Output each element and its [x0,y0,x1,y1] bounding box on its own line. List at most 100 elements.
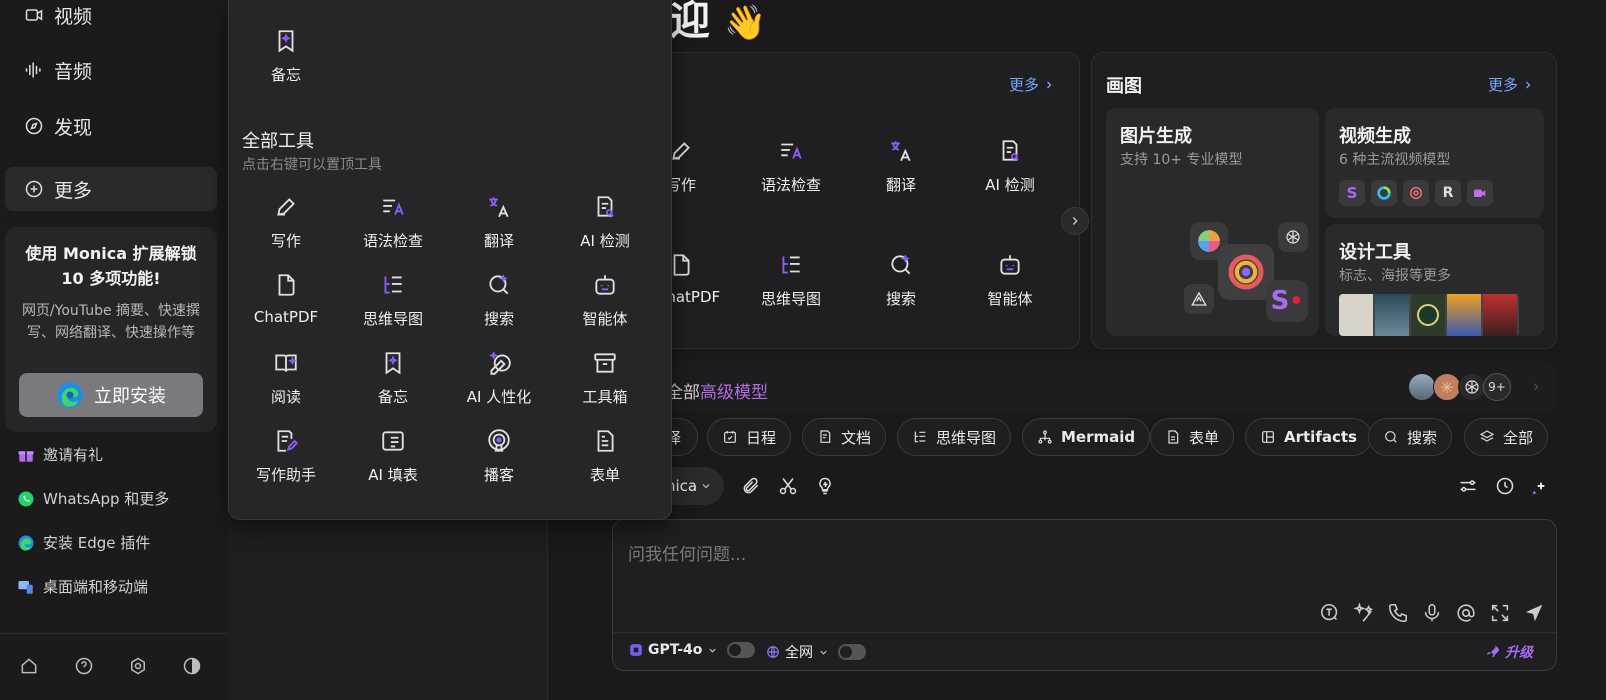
home-icon[interactable] [19,656,39,676]
tool-search[interactable]: 搜索 [449,272,549,329]
main-tool-label: AI 检测 [985,176,1035,194]
microphone-icon[interactable] [1421,602,1443,624]
nav-more[interactable]: 更多 [5,167,217,211]
tool-form[interactable]: 表单 [555,428,655,485]
model-toggle[interactable] [727,642,756,658]
nav-video[interactable]: 视频 [5,0,217,37]
attach-icon[interactable] [741,476,761,496]
tool-mindmap[interactable]: 思维导图 [343,272,443,329]
main-tool-mindmap[interactable]: 思维导图 [741,252,841,309]
robot-icon [595,275,615,295]
draw-more-link[interactable]: 更多 [1488,74,1534,95]
tool-label: 智能体 [582,310,628,328]
translate-icon [489,197,509,218]
sliders-icon[interactable] [1457,476,1479,496]
nav-more-label: 更多 [54,179,93,202]
tools-next-button[interactable] [1061,207,1089,235]
tool-translate[interactable]: 翻译 [449,194,549,251]
bookmark-icon [385,352,401,375]
link-whatsapp[interactable]: WhatsApp 和更多 [17,488,169,509]
tool-read[interactable]: 阅读 [236,350,336,407]
robot-icon [1000,255,1020,275]
chip-artifacts[interactable]: Artifacts [1245,418,1372,456]
tool-podcast[interactable]: 播客 [449,428,549,485]
tool-agent[interactable]: 智能体 [555,272,655,329]
image-gen-card[interactable]: 图片生成 支持 10+ 专业模型 S • [1106,108,1319,336]
calendar-icon [724,431,736,443]
chip-document[interactable]: 文档 [802,418,887,456]
tool-chatpdf[interactable]: ChatPDF [236,272,336,326]
nav-discover-label: 发现 [54,116,93,139]
mindmap-icon [782,256,800,274]
camera-icon [1474,189,1486,197]
chat-input-placeholder[interactable]: 问我任何问题... [628,540,746,565]
expand-icon[interactable] [1489,602,1511,624]
main-tool-search[interactable]: 搜索 [851,252,951,309]
main-tool-label: 智能体 [987,290,1033,308]
install-button[interactable]: 立即安装 [19,373,203,417]
promo-title: 使用 Monica 扩展解锁 10 多项功能! [25,244,197,288]
models-bar[interactable]: 全部高级模型 ✳ 9+ [640,361,1557,413]
lightbulb-icon[interactable] [815,476,835,496]
main-tool-translate[interactable]: 翻译 [851,138,951,195]
rocket-icon [1487,646,1499,658]
spiral-icon [1409,186,1423,200]
video-gen-sub: 6 种主流视频模型 [1339,152,1451,168]
link-invite[interactable]: 邀请有礼 [17,444,103,465]
edge-icon [57,382,83,408]
tool-grammar[interactable]: 语法检查 [343,194,443,251]
footer-model-selector[interactable]: GPT-4o [629,642,756,658]
sparkle-icon[interactable] [1353,602,1375,624]
all-tools-title: 全部工具 [242,131,314,152]
chip-mermaid[interactable]: Mermaid [1022,418,1151,456]
nav-discover[interactable]: 发现 [5,104,217,148]
link-edge[interactable]: 安装 Edge 插件 [17,532,150,553]
text-style-icon[interactable] [1319,602,1341,624]
theme-icon[interactable] [182,656,202,676]
model-badge-icon [630,644,642,656]
main-tool-ai-detect[interactable]: AI 检测 [960,138,1060,195]
chip-all[interactable]: 全部 [1464,418,1549,456]
tool-toolbox[interactable]: 工具箱 [555,350,655,407]
pinned-tool-memo[interactable]: 备忘 [236,28,336,85]
history-icon[interactable] [1495,476,1515,496]
send-icon[interactable] [1523,602,1545,624]
chip-schedule[interactable]: 日程 [707,418,792,456]
scissors-icon[interactable] [778,476,798,496]
tools-more-link[interactable]: 更多 [1009,74,1055,95]
mention-icon[interactable] [1455,602,1477,624]
poster-thumbnail [1447,294,1481,336]
main-tool-agent[interactable]: 智能体 [960,252,1060,309]
tool-write[interactable]: 写作 [236,194,336,251]
chip-label: 全部 [1503,428,1534,447]
nav-audio[interactable]: 音频 [5,48,217,92]
tool-memo[interactable]: 备忘 [343,350,443,407]
link-desktop[interactable]: 桌面端和移动端 [17,576,148,597]
chip-label: 日程 [746,428,777,447]
design-tools-card[interactable]: 设计工具 标志、海报等更多 [1325,224,1544,336]
tool-label: 播客 [483,466,514,484]
pen-icon [277,198,295,216]
design-title: 设计工具 [1339,242,1411,263]
video-gen-card[interactable]: 视频生成 6 种主流视频模型 S R [1325,108,1544,218]
form-icon [597,430,614,452]
tool-ai-detect[interactable]: AI 检测 [555,194,655,251]
main-tool-grammar[interactable]: 语法检查 [741,138,841,195]
upgrade-button[interactable]: 升级 [1485,642,1533,662]
tool-ai-humanize[interactable]: AI 人性化 [449,350,549,407]
devices-icon [18,580,33,594]
chip-form[interactable]: 表单 [1150,418,1235,456]
tool-ai-fill-form[interactable]: AI 填表 [343,428,443,485]
chip-search[interactable]: 搜索 [1368,418,1453,456]
web-search-selector[interactable]: 全网 [766,642,866,662]
help-icon[interactable] [74,656,94,676]
chip-mindmap[interactable]: 思维导图 [897,418,1012,456]
settings-icon[interactable] [128,656,148,676]
tool-label: 思维导图 [362,310,423,328]
tool-label: AI 填表 [368,466,418,484]
new-chat-icon[interactable] [1531,476,1551,496]
phone-icon[interactable] [1387,602,1409,624]
chat-input-box[interactable]: 问我任何问题... GPT-4o 全网 升级 [612,519,1557,671]
tool-writing-assistant[interactable]: 写作助手 [236,428,336,485]
web-toggle[interactable] [838,644,866,660]
